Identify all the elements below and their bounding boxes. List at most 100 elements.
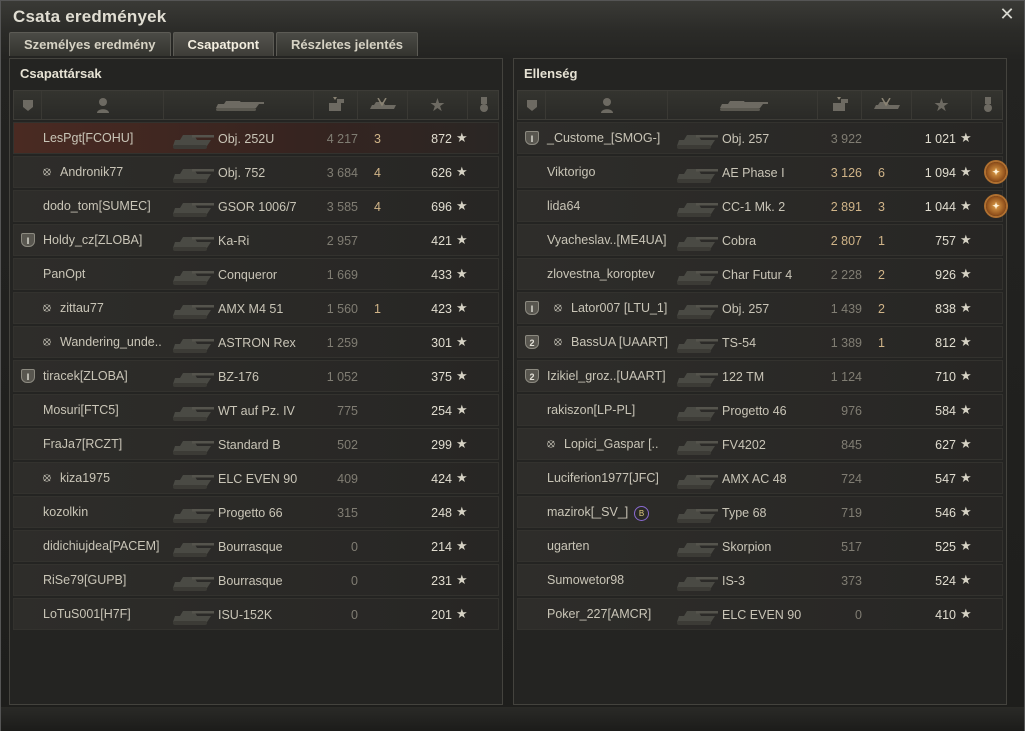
player-name[interactable]: Wandering_unde.. (60, 335, 162, 349)
player-row[interactable]: ⦻ Andronik77 Obj. 752 3 684 4 626 ★ (13, 156, 499, 188)
tank-header-icon[interactable] (668, 91, 818, 119)
damage-header-icon[interactable] (818, 91, 862, 119)
player-row[interactable]: rakiszon[LP-PL] Progetto 46 976 584 ★ (517, 394, 1003, 426)
player-name[interactable]: LesPgt[FCOHU] (43, 131, 133, 145)
player-row[interactable]: ⦻ Wandering_unde.. ASTRON Rex 1 259 301 ★ (13, 326, 499, 358)
eye-slash-icon: ⦻ (43, 334, 51, 348)
tank-name: Bourrasque (218, 574, 283, 588)
platoon-header-icon[interactable] (518, 91, 546, 119)
player-row[interactable]: ⦻ zittau77 AMX M4 51 1 560 1 423 ★ (13, 292, 499, 324)
player-row[interactable]: lida64 CC-1 Mk. 2 2 891 3 1 044 ★ ✦ (517, 190, 1006, 222)
player-row[interactable]: ⦻ Lopici_Gaspar [.. FV4202 845 627 ★ (517, 428, 1003, 460)
player-row[interactable]: PanOpt Conqueror 1 669 433 ★ (13, 258, 499, 290)
player-row[interactable]: FraJa7[RCZT] Standard B 502 299 ★ (13, 428, 499, 460)
tank-header-icon[interactable] (164, 91, 314, 119)
platoon-header-icon[interactable] (14, 91, 42, 119)
player-name[interactable]: mazirok[_SV_] (547, 505, 628, 519)
platoon-badge-icon: I (525, 301, 539, 315)
damage-header-icon[interactable] (314, 91, 358, 119)
player-row[interactable]: mazirok[_SV_] B Type 68 719 546 ★ (517, 496, 1003, 528)
player-name[interactable]: LoTuS001[H7F] (43, 607, 131, 621)
player-name[interactable]: Izikiel_groz..[UAART] (547, 369, 666, 383)
medal-icon[interactable]: ✦ (986, 196, 1006, 216)
player-name[interactable]: _Custome_[SMOG-] (547, 131, 660, 145)
close-icon[interactable]: ✕ (998, 5, 1016, 23)
player-name[interactable]: Andronik77 (60, 165, 123, 179)
player-name[interactable]: Poker_227[AMCR] (547, 607, 651, 621)
player-name[interactable]: PanOpt (43, 267, 85, 281)
player-name[interactable]: FraJa7[RCZT] (43, 437, 122, 451)
player-row[interactable]: LesPgt[FCOHU] Obj. 252U 4 217 3 872 ★ (13, 122, 499, 154)
player-row[interactable]: didichiujdea[PACEM] Bourrasque 0 214 ★ (13, 530, 499, 562)
player-name[interactable]: rakiszon[LP-PL] (547, 403, 635, 417)
tank-icon (173, 577, 214, 591)
player-name[interactable]: RiSe79[GUPB] (43, 573, 126, 587)
player-name[interactable]: Lator007 [LTU_1] (571, 301, 667, 315)
player-name[interactable]: Lopici_Gaspar [.. (564, 437, 659, 451)
kills-header-icon[interactable] (358, 91, 408, 119)
star-icon: ★ (456, 368, 468, 383)
player-row[interactable]: RiSe79[GUPB] Bourrasque 0 231 ★ (13, 564, 499, 596)
player-name[interactable]: Viktorigo (547, 165, 595, 179)
player-row[interactable]: LoTuS001[H7F] ISU-152K 0 201 ★ (13, 598, 499, 630)
damage-value: 0 (855, 608, 862, 622)
player-name[interactable]: Sumowetor98 (547, 573, 624, 587)
player-name[interactable]: Mosuri[FTC5] (43, 403, 119, 417)
medal-icon[interactable]: ✦ (986, 162, 1006, 182)
xp-header-icon[interactable]: ★ (912, 91, 972, 119)
team-table-header: ★ (13, 90, 499, 120)
damage-value: 1 052 (326, 370, 358, 384)
tank-icon (677, 543, 718, 557)
player-name[interactable]: Luciferion1977[JFC] (547, 471, 659, 485)
damage-value: 3 126 (830, 166, 862, 180)
player-row[interactable]: I ⦻ Lator007 [LTU_1] Obj. 257 1 439 2 838 ★ (517, 292, 1003, 324)
tab-detailed-report[interactable]: Részletes jelentés (276, 32, 419, 56)
player-row[interactable]: dodo_tom[SUMEC] GSOR 1006/7 3 585 4 696 ★ (13, 190, 499, 222)
platoon-badge-icon: 2 (525, 369, 539, 383)
player-name[interactable]: ugarten (547, 539, 589, 553)
medal-header-icon[interactable] (468, 91, 500, 119)
player-name[interactable]: zlovestna_koroptev (547, 267, 655, 281)
xp-header-icon[interactable]: ★ (408, 91, 468, 119)
player-name[interactable]: kozolkin (43, 505, 88, 519)
medal-header-icon[interactable] (972, 91, 1004, 119)
player-name[interactable]: dodo_tom[SUMEC] (43, 199, 151, 213)
player-row[interactable]: kozolkin Progetto 66 315 248 ★ (13, 496, 499, 528)
damage-value: 719 (841, 506, 862, 520)
kills-value: 2 (878, 268, 885, 282)
player-row[interactable]: Sumowetor98 IS-3 373 524 ★ (517, 564, 1003, 596)
tank-icon (173, 305, 214, 319)
player-name[interactable]: didichiujdea[PACEM] (43, 539, 160, 553)
player-row[interactable]: 2 Izikiel_groz..[UAART] 122 TM 1 124 710 ★ (517, 360, 1003, 392)
tab-personal[interactable]: Személyes eredmény (9, 32, 171, 56)
damage-value: 502 (337, 438, 358, 452)
kills-header-icon[interactable] (862, 91, 912, 119)
tab-team-score[interactable]: Csapatpont (172, 32, 275, 56)
player-name[interactable]: lida64 (547, 199, 580, 213)
player-row[interactable]: 2 ⦻ BassUA [UAART] TS-54 1 389 1 812 ★ (517, 326, 1003, 358)
player-row[interactable]: Itiracek[ZLOBA] BZ-176 1 052 375 ★ (13, 360, 499, 392)
player-row[interactable]: Luciferion1977[JFC] AMX AC 48 724 547 ★ (517, 462, 1003, 494)
player-row[interactable]: ugarten Skorpion 517 525 ★ (517, 530, 1003, 562)
player-header-icon[interactable] (42, 91, 164, 119)
player-row[interactable]: Viktorigo AE Phase I 3 126 6 1 094 ★ ✦ (517, 156, 1006, 188)
player-row[interactable]: Mosuri[FTC5] WT auf Pz. IV 775 254 ★ (13, 394, 499, 426)
player-name[interactable]: zittau77 (60, 301, 104, 315)
player-row[interactable]: I _Custome_[SMOG-] Obj. 257 3 922 1 021 ★ (517, 122, 1003, 154)
star-icon: ★ (456, 470, 468, 485)
player-row[interactable]: I Holdy_cz[ZLOBA] Ka-Ri 2 957 421 ★ (13, 224, 499, 256)
player-row[interactable]: Poker_227[AMCR] ELC EVEN 90 0 410 ★ (517, 598, 1003, 630)
tank-icon (677, 339, 718, 353)
player-header-icon[interactable] (546, 91, 668, 119)
player-name[interactable]: tiracek[ZLOBA] (43, 369, 128, 383)
player-name[interactable]: Vyacheslav..[ME4UA] (547, 233, 667, 247)
player-row[interactable]: zlovestna_koroptev Char Futur 4 2 228 2 926 ★ (517, 258, 1003, 290)
damage-value: 3 922 (830, 132, 862, 146)
player-name[interactable]: kiza1975 (60, 471, 110, 485)
player-row[interactable]: ⦻ kiza1975 ELC EVEN 90 409 424 ★ (13, 462, 499, 494)
star-icon: ★ (960, 538, 972, 553)
platoon-badge-icon: 2 (525, 335, 539, 349)
player-name[interactable]: BassUA [UAART] (571, 335, 668, 349)
player-name[interactable]: Holdy_cz[ZLOBA] (43, 233, 142, 247)
player-row[interactable]: Vyacheslav..[ME4UA] Cobra 2 807 1 757 ★ (517, 224, 1003, 256)
